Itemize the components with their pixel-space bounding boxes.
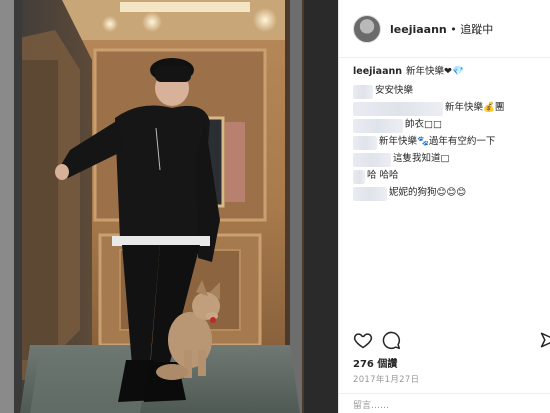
likes-label: 個讚 [377, 359, 398, 370]
blurred-username [353, 186, 387, 201]
blurred-username [353, 118, 403, 133]
send-icon[interactable] [539, 330, 550, 350]
comment-item: 哈 哈哈 [353, 169, 540, 185]
post-header: leejiaann • 追蹤中 [339, 0, 550, 58]
comment-item: 這隻我知道□ [353, 152, 540, 168]
blurred-username [353, 135, 377, 150]
blurred-username [353, 152, 391, 167]
comment-item: 安安快樂 [353, 84, 540, 100]
blurred-username [353, 101, 443, 116]
comment-item: 妮妮的狗狗😊😊😊 [353, 186, 540, 202]
likes-count[interactable]: 276 個讚 [353, 355, 397, 370]
comment-bubble-icon[interactable] [381, 330, 401, 350]
comment-text: 妮妮的狗狗😊😊😊 [389, 186, 467, 198]
elevator-selfie-image [0, 0, 338, 413]
post-date[interactable]: 2017年1月27日 [353, 373, 419, 385]
post-photo[interactable] [0, 0, 338, 413]
comment-item: 新年快樂🐾過年有空約一下 [353, 135, 540, 151]
caption-text: 新年快樂❤💎 [406, 66, 464, 77]
post-caption: leejiaann 新年快樂❤💎 [353, 66, 540, 79]
blurred-username [353, 169, 365, 184]
comment-text: 哈 哈哈 [367, 169, 399, 181]
add-comment-field[interactable]: 留言…… [339, 393, 550, 413]
comment-text: 新年快樂💰團 [445, 101, 505, 113]
comment-item: 帥衣□□ [353, 118, 540, 134]
header-username[interactable]: leejiaann [390, 23, 447, 36]
likes-number: 276 [353, 359, 374, 370]
blurred-username [353, 84, 373, 99]
comment-text: 帥衣□□ [405, 118, 442, 130]
post-side-panel: leejiaann • 追蹤中 leejiaann 新年快樂❤💎 安安快樂 新年快… [338, 0, 550, 413]
comment-text: 這隻我知道□ [393, 152, 450, 164]
heart-icon[interactable] [353, 330, 373, 350]
avatar[interactable] [353, 14, 381, 43]
comment-item: 新年快樂💰團 [353, 101, 540, 117]
header-separator: • [450, 22, 457, 36]
comments-list: leejiaann 新年快樂❤💎 安安快樂 新年快樂💰團 帥衣□□ 新年快樂🐾過年… [339, 58, 550, 326]
follow-status[interactable]: 追蹤中 [460, 23, 493, 36]
post-actions [353, 330, 550, 352]
comment-text: 新年快樂🐾過年有空約一下 [379, 135, 496, 147]
caption-username[interactable]: leejiaann [353, 66, 402, 77]
header-text: leejiaann • 追蹤中 [390, 21, 493, 37]
comment-text: 安安快樂 [375, 84, 414, 96]
